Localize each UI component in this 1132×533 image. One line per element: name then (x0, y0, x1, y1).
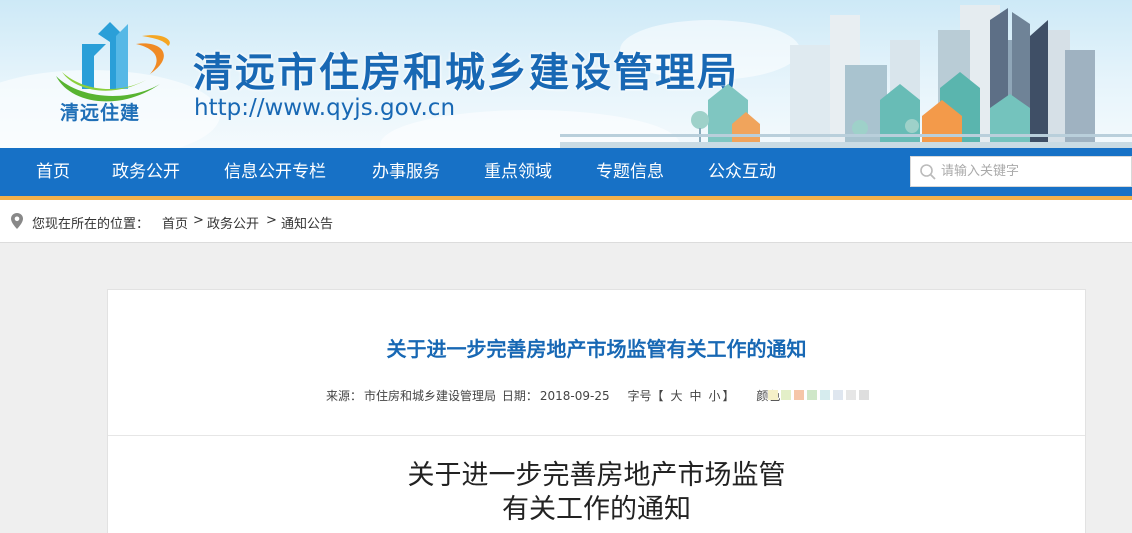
location-pin-icon (11, 213, 23, 229)
breadcrumb-item-home[interactable]: 首页 (162, 213, 188, 232)
city-skyline-illustration (560, 5, 1132, 148)
color-swatch[interactable] (820, 390, 830, 400)
meta-date: 2018-09-25 (539, 389, 610, 403)
nav-item-topics[interactable]: 专题信息 (596, 148, 664, 196)
breadcrumb-separator: > (266, 213, 277, 228)
fontsize-large-button[interactable]: 大 (670, 389, 682, 403)
meta-date-label: 日期： (501, 389, 538, 403)
logo-text: 清远住建 (60, 102, 141, 124)
search-icon[interactable] (919, 163, 937, 181)
breadcrumb-prefix: 您现在所在的位置： (32, 217, 150, 232)
article-body-title-line1: 关于进一步完善房地产市场监管 (407, 460, 786, 491)
color-swatch[interactable] (833, 390, 843, 400)
fontsize-medium-button[interactable]: 中 (689, 389, 701, 403)
site-url[interactable]: http://www.qyjs.gov.cn (194, 95, 455, 121)
meta-fontsize-close: 】 (722, 389, 735, 403)
search-input[interactable] (941, 157, 1127, 186)
breadcrumb-item-government-affairs[interactable]: 政务公开 (207, 213, 259, 232)
article-title: 关于进一步完善房地产市场监管有关工作的通知 (386, 337, 807, 361)
color-swatch[interactable] (859, 390, 869, 400)
meta-source-label: 来源： (326, 389, 363, 403)
color-swatch[interactable] (781, 390, 791, 400)
meta-source: 市住房和城乡建设管理局 (364, 389, 497, 403)
color-swatch[interactable] (846, 390, 856, 400)
nav-item-government-affairs[interactable]: 政务公开 (112, 148, 180, 196)
nav-item-services[interactable]: 办事服务 (372, 148, 440, 196)
breadcrumb-separator: > (193, 213, 204, 228)
meta-fontsize-label: 字号【 (627, 389, 664, 403)
color-swatch[interactable] (807, 390, 817, 400)
nav-item-home[interactable]: 首页 (36, 148, 70, 196)
breadcrumb-item-notices[interactable]: 通知公告 (281, 213, 333, 232)
nav-item-public-interaction[interactable]: 公众互动 (708, 148, 776, 196)
color-swatch[interactable] (768, 390, 778, 400)
nav-item-info-disclosure[interactable]: 信息公开专栏 (224, 148, 326, 196)
search-box[interactable] (910, 156, 1132, 187)
article-divider (108, 435, 1085, 436)
article-card: 关于进一步完善房地产市场监管有关工作的通知 来源： 市住房和城乡建设管理局 日期：… (107, 289, 1086, 533)
article-body-title-line2: 有关工作的通知 (502, 494, 691, 525)
breadcrumb: 您现在所在的位置： 首页 > 政务公开 > 通知公告 (0, 200, 1132, 243)
article-meta: 来源：市住房和城乡建设管理局 日期：2018-09-25 字号【大中小】 颜色 (326, 387, 782, 404)
nav-item-key-areas[interactable]: 重点领域 (484, 148, 552, 196)
color-swatch[interactable] (794, 390, 804, 400)
fontsize-small-button[interactable]: 小 (709, 389, 721, 403)
site-header: 清远住建 清远市住房和城乡建设管理局 http://www.qyjs.gov.c… (0, 0, 1132, 148)
article-body-title: 关于进一步完善房地产市场监管 有关工作的通知 (108, 459, 1085, 527)
main-nav: 首页 政务公开 信息公开专栏 办事服务 重点领域 专题信息 公众互动 (0, 148, 1132, 196)
